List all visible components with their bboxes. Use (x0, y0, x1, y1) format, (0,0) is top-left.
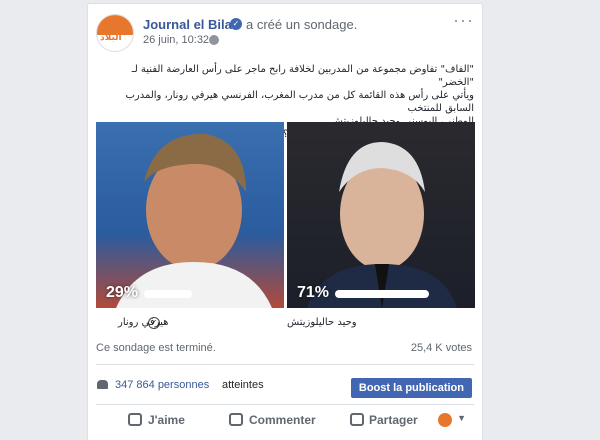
portrait-halilhodzic (307, 142, 457, 308)
more-options-icon[interactable]: ··· (453, 11, 474, 29)
poll-option-label[interactable]: هيرفي رونار (118, 317, 168, 328)
avatar-logo-text: البلاد (100, 33, 122, 43)
like-icon[interactable] (128, 413, 142, 426)
poll-percent: 29% (106, 284, 139, 301)
poll-option-photo-renard[interactable]: 29% (96, 122, 284, 308)
divider (96, 404, 474, 405)
reach-count[interactable]: 347 864 personnes (115, 379, 209, 391)
post-text-line: "الفاف" تفاوض مجموعة من المدربين لخلافة … (131, 64, 474, 88)
people-icon (97, 380, 108, 389)
poll-option-photo-halilhodzic[interactable]: 71% (287, 122, 475, 308)
post-header: البلاد Journal el Bilad ✓ a créé un sond… (96, 11, 474, 54)
post-date[interactable]: 26 juin, 10:32 · (143, 34, 216, 46)
comment-icon[interactable] (229, 413, 243, 426)
divider (96, 364, 474, 365)
globe-icon (209, 35, 219, 45)
verified-icon: ✓ (230, 18, 242, 30)
comment-button[interactable]: Commenter (249, 413, 316, 427)
poll-progress-bar (144, 290, 192, 298)
avatar-logo-top (97, 15, 133, 35)
page-name-link[interactable]: Journal el Bilad (143, 17, 240, 32)
portrait-renard (116, 133, 272, 308)
share-icon[interactable] (350, 413, 364, 426)
poll-percent: 71% (297, 284, 330, 301)
share-button[interactable]: Partager (369, 413, 418, 427)
poll-status: Ce sondage est terminé. (96, 342, 216, 354)
chevron-down-icon[interactable]: ▼ (457, 413, 466, 423)
reach-suffix: atteintes (222, 379, 264, 391)
page-reaction-avatar-icon[interactable] (438, 413, 452, 427)
post-text-line: ويأتي على رأس هذه القائمة كل من مدرب الم… (125, 90, 474, 114)
page-avatar[interactable]: البلاد (96, 14, 134, 52)
post-action-text: a créé un sondage. (246, 17, 358, 32)
like-button[interactable]: J'aime (148, 413, 185, 427)
poll-option-label[interactable]: وحيد حاليلوزيتش (287, 317, 357, 328)
boost-post-button[interactable]: Boost la publication (350, 378, 472, 398)
post-card: البلاد Journal el Bilad ✓ a créé un sond… (87, 3, 483, 440)
poll-progress-bar (335, 290, 429, 298)
poll-vote-count[interactable]: 25,4 K votes (411, 342, 472, 354)
